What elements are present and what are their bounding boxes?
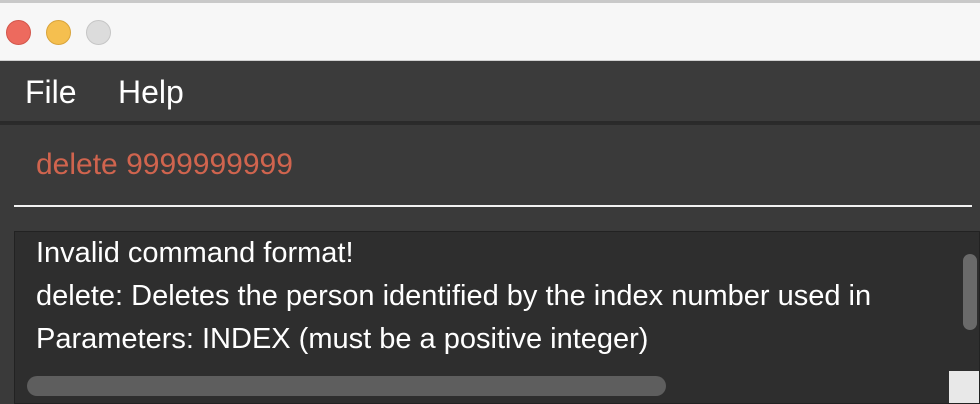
- app-window: File Help Invalid command format! delete…: [0, 0, 980, 404]
- horizontal-scrollbar-thumb[interactable]: [27, 376, 666, 396]
- scrollbar-corner: [949, 371, 979, 403]
- vertical-scrollbar[interactable]: [957, 232, 979, 362]
- menu-file[interactable]: File: [25, 73, 77, 111]
- close-icon[interactable]: [6, 20, 31, 45]
- title-bar: [0, 0, 980, 61]
- menu-bar: File Help: [0, 61, 980, 123]
- menu-help[interactable]: Help: [118, 73, 184, 111]
- result-display-container: Invalid command format! delete: Deletes …: [0, 217, 980, 404]
- zoom-icon[interactable]: [86, 20, 111, 45]
- result-line: delete: Deletes the person identified by…: [36, 280, 872, 312]
- result-display[interactable]: Invalid command format! delete: Deletes …: [14, 231, 980, 404]
- result-line: Invalid command format!: [36, 237, 354, 269]
- vertical-scrollbar-thumb[interactable]: [963, 254, 977, 330]
- minimize-icon[interactable]: [46, 20, 71, 45]
- result-line: Parameters: INDEX (must be a positive in…: [36, 323, 649, 355]
- command-input[interactable]: [14, 125, 972, 207]
- command-box: [0, 125, 980, 217]
